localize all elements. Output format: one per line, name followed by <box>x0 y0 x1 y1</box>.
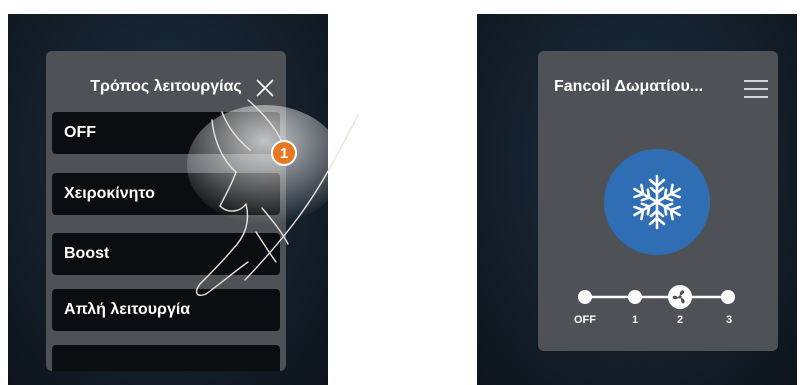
fan-speed-slider[interactable] <box>538 51 778 351</box>
fan-speed-stop-3 <box>721 290 735 304</box>
mode-selection-screen: Τρόπος λειτουργίας OFF Χειροκίνητο Boost… <box>8 14 328 385</box>
close-icon[interactable] <box>254 77 276 99</box>
step-number-badge: 1 <box>271 140 297 166</box>
fancoil-panel: Fancoil Δωματίου... OFF 1 2 3 <box>538 51 778 351</box>
fan-speed-label-3: 3 <box>725 314 733 326</box>
mode-option-manual[interactable]: Χειροκίνητο <box>52 173 280 215</box>
fan-speed-label-off: OFF <box>574 314 596 326</box>
fan-speed-label-2: 2 <box>676 314 684 326</box>
fan-speed-label-1: 1 <box>631 314 639 326</box>
fan-speed-stop-1 <box>628 290 642 304</box>
mode-option-off[interactable]: OFF <box>52 112 280 154</box>
fancoil-screen: Fancoil Δωματίου... OFF 1 2 3 <box>477 14 797 385</box>
mode-option-boost[interactable]: Boost <box>52 233 280 275</box>
mode-option-partial[interactable] <box>52 345 280 371</box>
mode-panel-title: Τρόπος λειτουργίας <box>90 78 242 95</box>
fan-speed-stop-off <box>578 290 592 304</box>
mode-selection-panel: Τρόπος λειτουργίας OFF Χειροκίνητο Boost… <box>46 51 286 371</box>
mode-option-simple[interactable]: Απλή λειτουργία <box>52 289 280 331</box>
